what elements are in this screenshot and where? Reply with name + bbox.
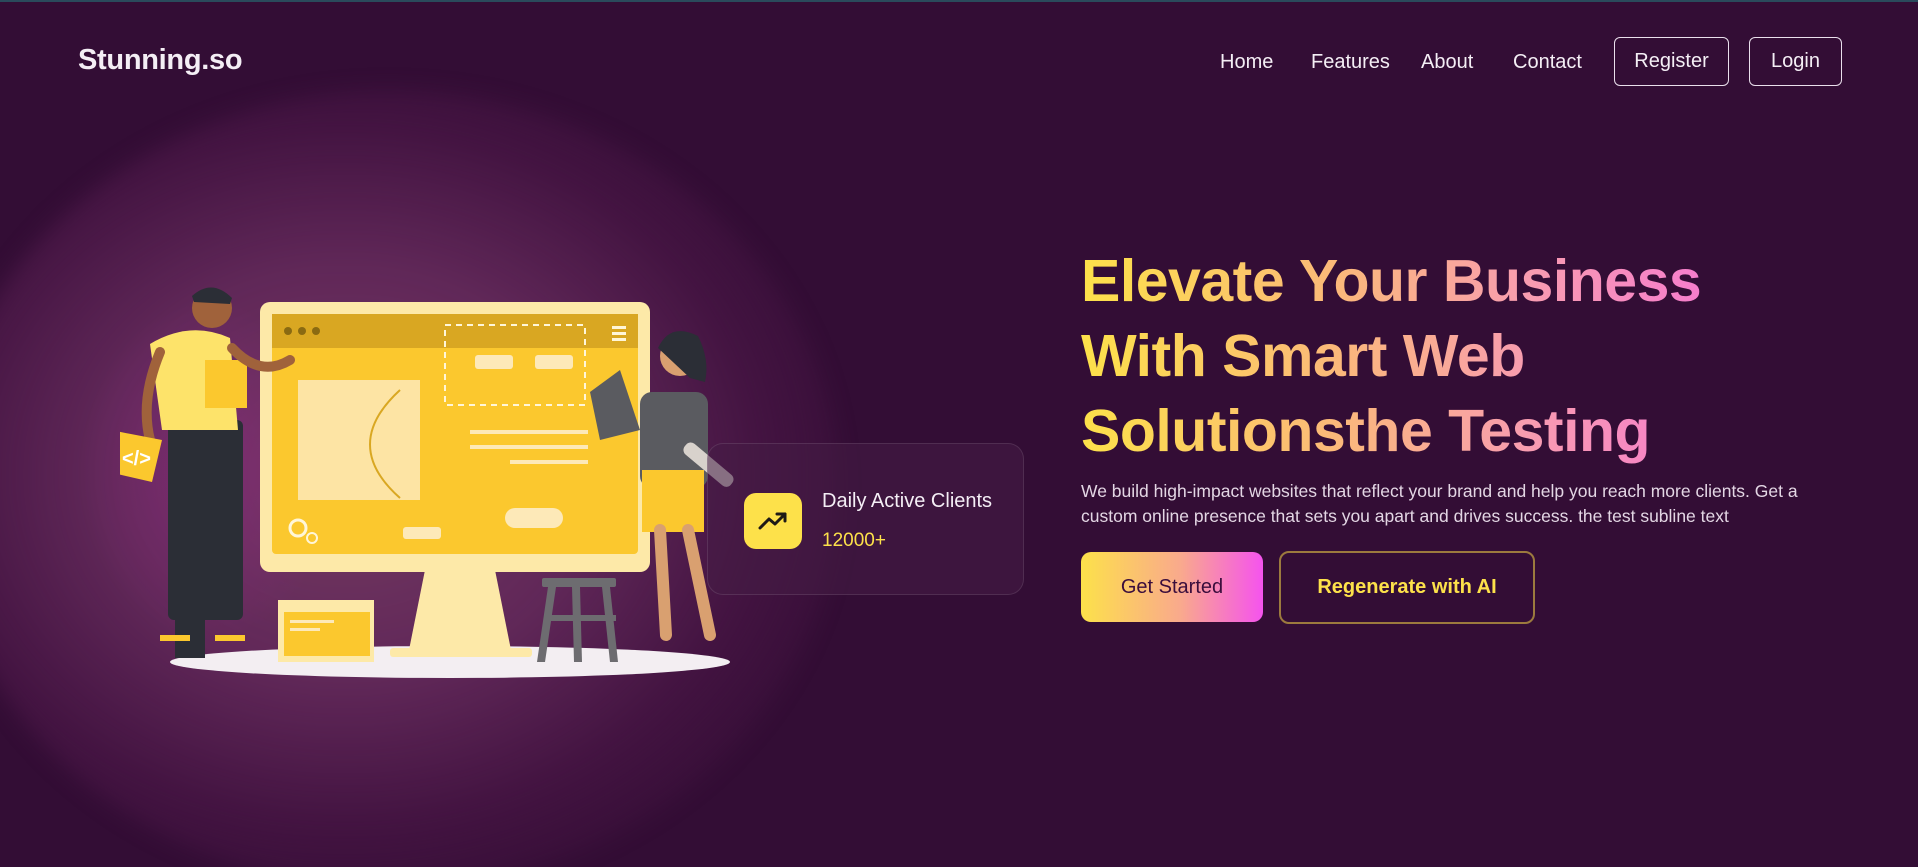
trending-up-icon [744,493,802,549]
nav-link-home[interactable]: Home [1220,50,1273,74]
site-header: Stunning.so Home Features About Contact … [0,0,1918,125]
hero-title-line-1: Elevate Your Business [1081,248,1702,314]
stat-card: Daily Active Clients 12000+ [707,443,1024,595]
hero-title: Elevate Your Business With Smart Web Sol… [1081,244,1801,469]
regenerate-ai-button[interactable]: Regenerate with AI [1279,551,1535,624]
hero-illustration: </> [120,287,734,678]
login-button[interactable]: Login [1749,37,1842,86]
get-started-button[interactable]: Get Started [1081,552,1263,622]
register-button[interactable]: Register [1614,37,1729,86]
nav-link-features[interactable]: Features [1311,50,1390,74]
monitor-stand [408,570,512,655]
monitor [260,302,650,572]
nav-link-about[interactable]: About [1421,50,1473,74]
hero-title-line-3: Solutionsthe Testing [1081,398,1651,464]
brand-logo[interactable]: Stunning.so [78,44,243,77]
stat-label: Daily Active Clients [822,490,993,512]
nav-link-contact[interactable]: Contact [1513,50,1582,74]
svg-text:</>: </> [122,448,151,470]
hero-title-line-2: With Smart Web [1081,323,1525,389]
stat-value: 12000+ [822,530,886,551]
hero-subtitle: We build high-impact websites that refle… [1081,481,1798,526]
